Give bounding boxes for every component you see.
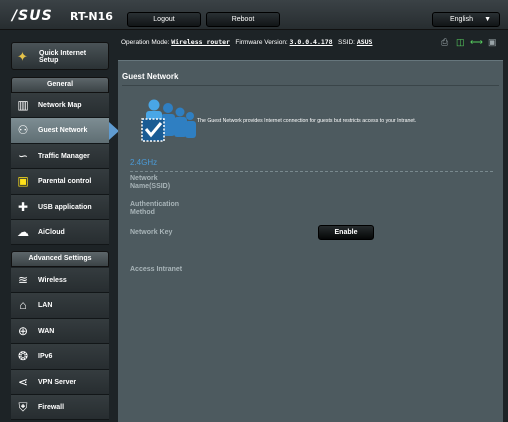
globe-icon: ⊕ <box>17 323 29 338</box>
sidebar-item-label: Traffic Manager <box>38 152 90 160</box>
sidebar-item-label: AiCloud <box>38 228 65 236</box>
network-name-label: Network Name(SSID) <box>130 175 171 190</box>
sidebar-item-label: LAN <box>38 302 53 310</box>
ssid-label: SSID: <box>338 39 355 46</box>
quick-internet-setup-label: Quick Internet Setup <box>39 50 87 64</box>
sidebar-item-label: Firewall <box>38 403 65 411</box>
sidebar-item-wireless[interactable]: ≊ Wireless <box>11 268 109 294</box>
sidebar-item-label: USB application <box>38 203 92 211</box>
sidebar-item-label: WAN <box>38 327 55 335</box>
band-divider <box>130 171 493 172</box>
wifi-icon: ≊ <box>17 273 29 287</box>
network-map-icon: ▥ <box>17 98 29 112</box>
guest-network-description: The Guest Network provides Internet conn… <box>197 118 417 124</box>
sidebar-item-lan[interactable]: ⌂ LAN <box>11 293 109 319</box>
home-icon: ⌂ <box>19 298 27 313</box>
status-icons: ⎙ ◫ ⟷ ▣ <box>441 37 503 49</box>
wand-icon: ✦ <box>17 49 28 64</box>
puzzle-icon: ✚ <box>17 199 29 214</box>
vpn-icon: ⋖ <box>17 374 29 389</box>
quick-internet-setup-button[interactable]: ✦ Quick Internet Setup <box>11 42 109 70</box>
language-select[interactable]: English ▼ <box>432 12 500 27</box>
logout-button[interactable]: Logout <box>127 12 201 27</box>
sidebar-item-label: Wireless <box>38 277 67 284</box>
sidebar-item-firewall[interactable]: ⛨ Firewall <box>11 394 109 421</box>
network-key-label: Network Key <box>130 229 173 236</box>
sidebar-item-network-map[interactable]: ▥ Network Map <box>11 93 109 119</box>
firmware-link[interactable]: 3.0.0.4.178 <box>290 38 333 46</box>
sidebar-item-parental-control[interactable]: ▣ Parental control <box>11 169 109 195</box>
router-model: RT-N16 <box>70 10 113 23</box>
firmware-label: Firmware Version: <box>235 39 288 46</box>
sidebar-item-ipv6[interactable]: ❂ IPv6 <box>11 344 109 370</box>
shield-icon: ⛨ <box>18 399 28 414</box>
sidebar-item-wan[interactable]: ⊕ WAN <box>11 318 109 345</box>
network-icon[interactable]: ⟷ <box>470 37 483 48</box>
traffic-manager-icon: ∽ <box>17 148 29 163</box>
sidebar-item-label: IPv6 <box>38 353 53 361</box>
access-intranet-label: Access Intranet <box>130 266 183 273</box>
sidebar-item-traffic-manager[interactable]: ∽ Traffic Manager <box>11 143 109 170</box>
parental-control-icon: ▣ <box>17 174 29 189</box>
operation-mode-link[interactable]: Wireless router <box>171 38 230 46</box>
band-title: 2.4GHz <box>130 158 158 167</box>
general-section-title: General <box>11 77 109 93</box>
guest-network-illustration <box>141 99 196 142</box>
sidebar-item-label: VPN Server <box>38 378 77 386</box>
reboot-button[interactable]: Reboot <box>206 12 280 27</box>
operation-mode-label: Operation Mode: <box>121 39 170 46</box>
guest-network-icon: ⚇ <box>17 123 29 138</box>
printer-icon[interactable]: ⎙ <box>441 37 448 48</box>
top-bar: /SUS RT-N16 Logout Reboot English ▼ <box>0 0 508 30</box>
chevron-down-icon: ▼ <box>484 16 491 23</box>
sidebar-item-aicloud[interactable]: ☁ AiCloud <box>11 219 109 246</box>
ssid-link[interactable]: ASUS <box>357 38 373 46</box>
ipv6-icon: ❂ <box>17 349 29 364</box>
page-title: Guest Network <box>122 72 179 81</box>
sidebar-item-usb-application[interactable]: ✚ USB application <box>11 194 109 220</box>
usb-icon[interactable]: ◫ <box>456 37 465 48</box>
sidebar-item-label: Network Map <box>38 102 82 109</box>
title-divider <box>122 85 499 86</box>
advanced-settings-section-title: Advanced Settings <box>11 251 109 267</box>
general-menu: ▥ Network Map ⚇ Guest Network ∽ Traffic … <box>11 93 119 246</box>
sidebar-item-vpn-server[interactable]: ⋖ VPN Server <box>11 369 109 395</box>
asus-logo: /SUS <box>12 8 53 24</box>
sidebar-item-label: Guest Network <box>38 127 88 135</box>
authentication-method-label: Authentication Method <box>130 201 179 216</box>
sidebar-item-label: Parental control <box>38 178 92 186</box>
advanced-menu: ≊ Wireless ⌂ LAN ⊕ WAN ❂ IPv6 ⋖ VPN Serv… <box>11 268 109 421</box>
enable-button[interactable]: Enable <box>318 225 374 240</box>
cloud-icon: ☁ <box>17 224 29 239</box>
storage-icon[interactable]: ▣ <box>488 37 497 48</box>
sidebar-item-guest-network[interactable]: ⚇ Guest Network <box>11 118 119 144</box>
main-panel: Guest Network The Guest Network provides… <box>118 60 503 422</box>
language-value: English <box>450 16 473 23</box>
